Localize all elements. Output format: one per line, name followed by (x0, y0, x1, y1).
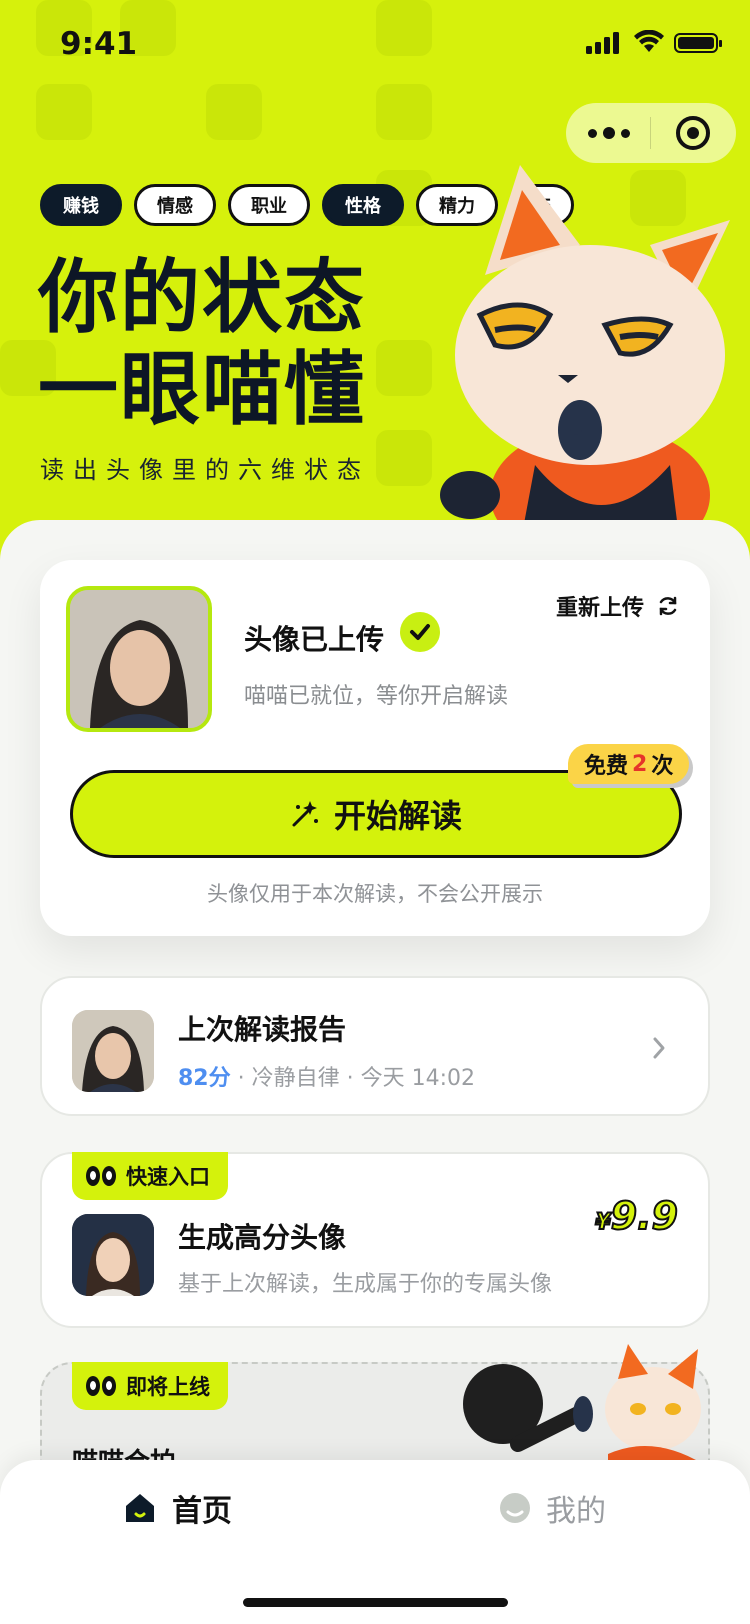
bg-tile (206, 84, 262, 140)
bg-tile (36, 84, 92, 140)
free-badge-count: 2 (632, 751, 648, 777)
status-time: 9:41 (60, 26, 138, 62)
free-badge-prefix: 免费 (584, 754, 629, 779)
reupload-label: 重新上传 (555, 596, 644, 621)
headline-line-1: 你的状态 (38, 251, 366, 344)
tag-emotion[interactable]: 情感 (134, 184, 216, 226)
hero-subtitle: 读出头像里的六维状态 (40, 456, 370, 484)
report-title: 上次解读报告 (178, 1013, 347, 1046)
ready-text: 喵喵已就位，等你开启解读 (244, 684, 509, 709)
generated-avatar-preview (72, 1214, 154, 1296)
bg-tile (376, 84, 432, 140)
profile-icon (500, 1493, 530, 1523)
home-icon (126, 1494, 154, 1522)
free-badge-suffix: 次 (651, 754, 674, 779)
status-bar: 9:41 (0, 0, 750, 88)
battery-icon (674, 33, 722, 53)
reupload-button[interactable]: 重新上传 (556, 590, 680, 622)
uploaded-avatar[interactable] (66, 586, 212, 732)
chevron-right-icon (653, 1037, 665, 1059)
generate-title: 生成高分头像 (178, 1221, 347, 1254)
bg-tile (376, 430, 432, 486)
tab-home-label: 首页 (172, 1494, 232, 1529)
avatar-portrait-image (70, 590, 208, 728)
capsule-divider (650, 117, 651, 149)
tag-personality[interactable]: 性格 (322, 184, 404, 226)
home-indicator (243, 1598, 508, 1607)
miniprogram-capsule (566, 103, 736, 163)
tab-mine-label: 我的 (546, 1494, 606, 1529)
start-reading-label: 开始解读 (333, 797, 462, 835)
cat-mascot-illustration (440, 165, 730, 545)
tag-money[interactable]: 赚钱 (40, 184, 122, 226)
upload-status-title: 头像已上传 (244, 623, 385, 656)
eyes-icon (86, 1166, 116, 1186)
generate-avatar-card[interactable]: 快速入口 生成高分头像 基于上次解读，生成属于你的专属头像 ¥9.9 (40, 1152, 710, 1328)
quick-entry-text: 快速入口 (126, 1165, 210, 1189)
report-score: 82分 (178, 1066, 231, 1091)
generate-desc: 基于上次解读，生成属于你的专属头像 (178, 1272, 553, 1297)
wifi-icon (634, 30, 664, 52)
eyes-icon (86, 1376, 116, 1396)
coming-soon-text: 即将上线 (126, 1375, 210, 1399)
refresh-icon (659, 596, 677, 616)
coming-soon-label: 即将上线 (72, 1362, 228, 1410)
report-meta-text: · 冷静自律 · 今天 14:02 (230, 1066, 475, 1091)
bg-tile (376, 340, 432, 396)
tag-career[interactable]: 职业 (228, 184, 310, 226)
report-meta: 82分 · 冷静自律 · 今天 14:02 (178, 1060, 475, 1092)
close-target-icon[interactable] (676, 116, 710, 150)
magic-wand-icon (292, 801, 318, 827)
tab-mine[interactable]: 我的 (498, 1486, 606, 1530)
price-symbol: ¥ (594, 1209, 611, 1236)
hero-headline: 你的状态 一眼喵懂 (38, 252, 366, 436)
report-avatar (72, 1010, 154, 1092)
tab-home[interactable]: 首页 (122, 1486, 232, 1530)
signal-icon (586, 32, 619, 54)
more-icon[interactable] (588, 121, 638, 145)
upload-card: 头像已上传 重新上传 喵喵已就位，等你开启解读 开始解读 免费 2 次 头像仅用… (40, 560, 710, 936)
free-count-badge: 免费 2 次 (568, 744, 690, 784)
privacy-note: 头像仅用于本次解读，不会公开展示 (207, 882, 543, 906)
hero-banner: 9:41 赚钱 情感 职业 性格 精力 交 你的状态 一眼喵懂 读出头像里的六维… (0, 0, 750, 560)
last-report-card[interactable]: 上次解读报告 82分 · 冷静自律 · 今天 14:02 (40, 976, 710, 1116)
check-icon (400, 612, 440, 652)
price-tag: ¥9.9 (594, 1193, 679, 1239)
quick-entry-label: 快速入口 (72, 1152, 228, 1200)
headline-line-2: 一眼喵懂 (38, 343, 366, 436)
price-value: 9.9 (610, 1193, 679, 1239)
